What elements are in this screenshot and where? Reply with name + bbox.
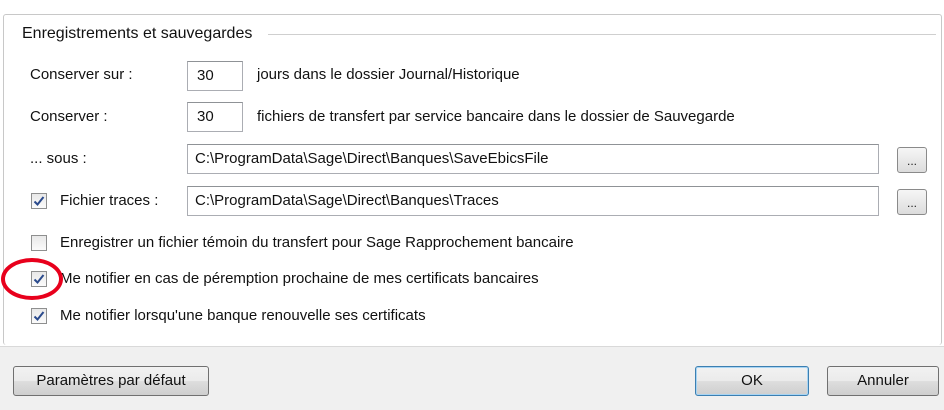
highlight-circle [1,258,63,300]
retention-files-input[interactable]: 30 [187,102,243,132]
backup-path-label: ... sous : [30,150,87,167]
retention-days-input[interactable]: 30 [187,61,243,91]
retention-files-suffix: fichiers de transfert par service bancai… [257,108,735,125]
trace-file-browse-button[interactable]: ... [897,189,927,215]
settings-panel: Enregistrements et sauvegardes Conserver… [0,0,944,347]
reset-defaults-button[interactable]: Paramètres par défaut [13,366,209,396]
retention-days-suffix: jours dans le dossier Journal/Historique [257,66,520,83]
trace-file-checkbox[interactable] [31,193,47,209]
group-title: Enregistrements et sauvegardes [19,25,259,43]
retention-days-label: Conserver sur : [30,66,133,83]
checkmark-icon [33,196,45,206]
witness-file-label: Enregistrer un fichier témoin du transfe… [60,234,574,251]
trace-file-label: Fichier traces : [60,192,159,209]
group-frame [3,14,942,345]
witness-file-checkbox[interactable] [31,235,47,251]
cancel-button[interactable]: Annuler [827,366,939,396]
ok-button[interactable]: OK [695,366,809,396]
retention-files-label: Conserver : [30,108,108,125]
checkmark-icon [33,311,45,321]
trace-file-input[interactable]: C:\ProgramData\Sage\Direct\Banques\Trace… [187,186,879,216]
backup-path-browse-button[interactable]: ... [897,147,927,173]
renewal-notify-checkbox[interactable] [31,308,47,324]
renewal-notify-label: Me notifier lorsqu'une banque renouvelle… [60,307,426,324]
expiry-notify-label: Me notifier en cas de péremption prochai… [60,270,539,287]
backup-path-input[interactable]: C:\ProgramData\Sage\Direct\Banques\SaveE… [187,144,879,174]
group-title-rule [268,34,936,35]
